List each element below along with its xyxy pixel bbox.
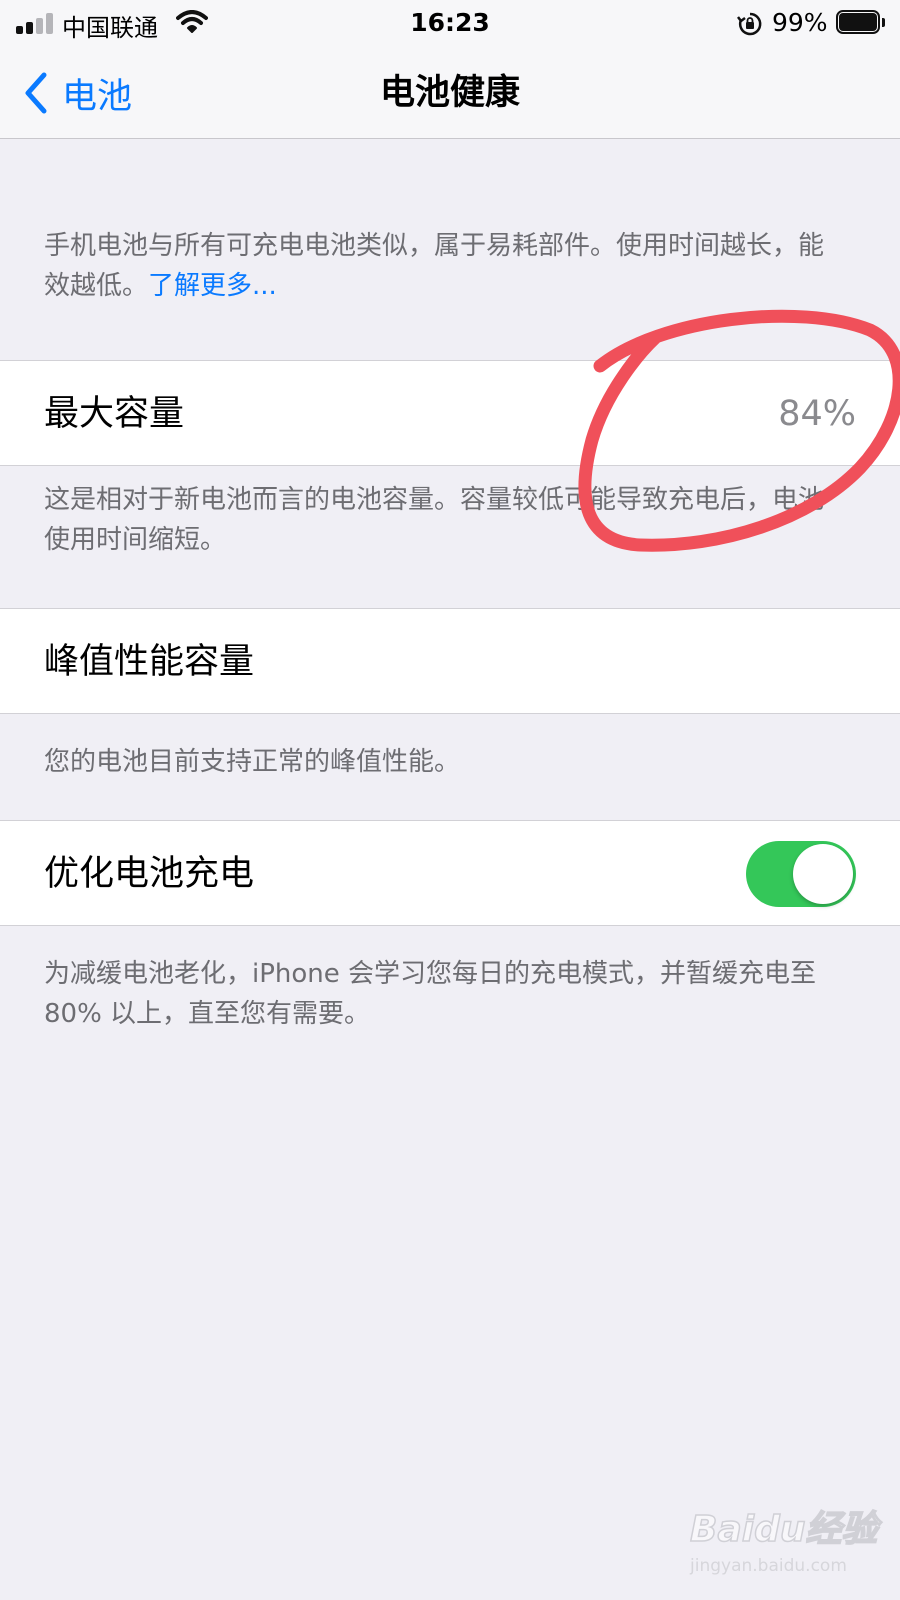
orientation-lock-icon: [737, 12, 762, 36]
battery-icon: [836, 10, 886, 36]
intro-note: 手机电池与所有可充电电池类似，属于易耗部件。使用时间越长，能效越低。了解更多..…: [44, 226, 844, 306]
clock: 16:23: [410, 8, 490, 37]
peak-performance-row: 峰值性能容量: [0, 608, 900, 714]
max-capacity-value: 84%: [778, 394, 856, 434]
max-capacity-row: 最大容量 84%: [0, 360, 900, 466]
toggle-knob: [793, 844, 853, 904]
baidu-jingyan-watermark: Baidu经验 jingyan.baidu.com: [689, 1500, 890, 1590]
status-bar: 中国联通 16:23 99%: [0, 0, 900, 48]
learn-more-link[interactable]: 了解更多...: [148, 271, 277, 301]
optimized-charging-label: 优化电池充电: [44, 854, 255, 894]
page-title: 电池健康: [379, 73, 520, 113]
peak-performance-label: 峰值性能容量: [44, 642, 255, 682]
watermark-brand: Baidu经验: [689, 1508, 878, 1551]
optimized-charging-note: 为减缓电池老化，iPhone 会学习您每日的充电模式，并暂缓充电至 80% 以上…: [44, 959, 817, 1029]
max-capacity-label: 最大容量: [44, 394, 185, 434]
battery-percentage: 99%: [772, 8, 828, 37]
optimized-charging-toggle[interactable]: [746, 841, 856, 907]
peak-performance-note: 您的电池目前支持正常的峰值性能。: [44, 747, 461, 777]
max-capacity-note: 这是相对于新电池而言的电池容量。容量较低可能导致充电后，电池使用时间缩短。: [44, 485, 825, 555]
navigation-bar: 电池 电池健康: [0, 48, 900, 139]
optimized-charging-row: 优化电池充电: [0, 820, 900, 926]
watermark-url: jingyan.baidu.com: [690, 1556, 847, 1576]
